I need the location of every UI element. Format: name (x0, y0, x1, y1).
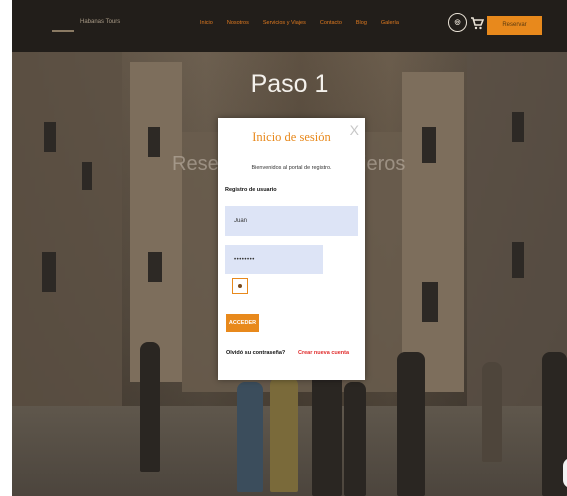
remember-checkbox[interactable] (232, 278, 248, 294)
login-modal: Inicio de sesión X Bienvenidos al portal… (218, 118, 365, 380)
window-shape (422, 127, 436, 163)
person-silhouette (312, 372, 342, 496)
person-silhouette (140, 342, 160, 472)
nav-item-galeria[interactable]: Galería (381, 20, 399, 26)
right-tower (402, 72, 464, 392)
window-shape (82, 162, 92, 190)
left-tower (130, 62, 182, 382)
nav-item-blog[interactable]: Blog (356, 20, 367, 26)
window-shape (148, 127, 160, 157)
seal-icon[interactable]: ◎ (448, 13, 467, 32)
reserve-button[interactable]: Reservar (487, 16, 542, 35)
chat-widget-icon[interactable] (563, 458, 567, 488)
hero-title: Paso 1 (250, 70, 329, 98)
logo-icon[interactable] (52, 18, 74, 32)
cart-icon[interactable] (470, 16, 484, 30)
window-shape (512, 112, 524, 142)
person-silhouette (270, 377, 298, 492)
login-submit-button[interactable]: ACCEDER (226, 314, 259, 332)
person-silhouette (482, 362, 502, 462)
left-building (12, 52, 122, 412)
window-shape (44, 122, 56, 152)
create-account-link[interactable]: Crear nueva cuenta (298, 350, 349, 356)
nav-item-inicio[interactable]: Inicio (200, 20, 213, 26)
password-input[interactable] (225, 245, 323, 274)
modal-title: Inicio de sesión (252, 130, 331, 144)
nav-item-contacto[interactable]: Contacto (320, 20, 342, 26)
nav-item-nosotros[interactable]: Nosotros (227, 20, 249, 26)
forgot-password-link[interactable]: Olvidó su contraseña? (226, 350, 285, 356)
checkbox-dot-icon (238, 284, 242, 288)
nav-menu: Inicio Nosotros Servicios y Viajes Conta… (200, 20, 413, 26)
username-input[interactable] (225, 206, 358, 236)
close-icon[interactable]: X (350, 123, 359, 137)
section-label: Registro de usuario (225, 187, 277, 193)
nav-item-servicios[interactable]: Servicios y Viajes (263, 20, 306, 26)
top-navbar: Habanas Tours Inicio Nosotros Servicios … (12, 0, 567, 52)
window-shape (148, 252, 162, 282)
hero-subtitle-right: jeros (362, 153, 406, 175)
welcome-text: Bienvenidos al portal de registro. (251, 165, 332, 171)
window-shape (512, 242, 524, 278)
window-shape (422, 282, 438, 322)
brand-name[interactable]: Habanas Tours (80, 19, 120, 25)
person-silhouette (397, 352, 425, 496)
person-silhouette (237, 382, 263, 492)
window-shape (42, 252, 56, 292)
person-silhouette (344, 382, 366, 496)
